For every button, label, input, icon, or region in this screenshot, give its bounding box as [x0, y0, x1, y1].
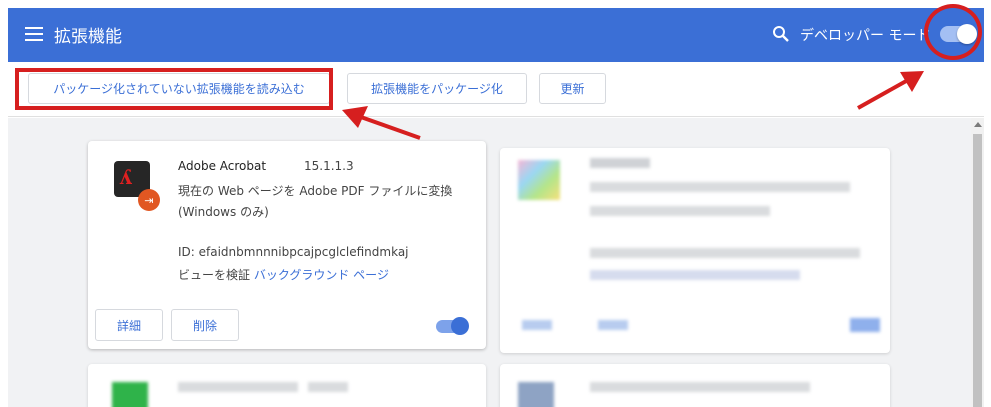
- scroll-up-arrow-icon[interactable]: [974, 122, 982, 127]
- update-button[interactable]: 更新: [539, 73, 606, 104]
- toggle-knob: [451, 317, 469, 335]
- extension-description: 現在の Web ページを Adobe PDF ファイルに変換 (Windows …: [178, 184, 453, 219]
- inspect-views: ビューを検証 バックグラウンド ページ: [178, 266, 389, 283]
- details-button[interactable]: 詳細: [95, 309, 163, 341]
- extension-id: ID: efaidnbmnnnibpcajpcglclefindmkaj: [178, 245, 409, 259]
- extension-name: Adobe Acrobat: [178, 159, 267, 173]
- convert-icon: ⇥: [138, 189, 160, 211]
- annotation-highlight-box: [15, 68, 333, 110]
- extension-enable-toggle[interactable]: [436, 317, 469, 335]
- page-title: 拡張機能: [54, 27, 122, 47]
- top-bar: 拡張機能 デベロッパー モード: [8, 8, 984, 62]
- developer-mode-label: デベロッパー モード: [800, 28, 931, 44]
- background-page-link[interactable]: バックグラウンド ページ: [254, 268, 389, 282]
- scroll-thumb[interactable]: [973, 134, 982, 407]
- extensions-list: ʎ ⇥ Adobe Acrobat 15.1.1.3 現在の Web ページを …: [8, 118, 984, 407]
- search-icon[interactable]: [772, 25, 790, 43]
- inspect-views-label: ビューを検証: [178, 268, 251, 282]
- extension-card: ʎ ⇥ Adobe Acrobat 15.1.1.3 現在の Web ページを …: [88, 141, 486, 349]
- extension-version: 15.1.1.3: [304, 159, 354, 173]
- adobe-acrobat-icon: ʎ ⇥: [114, 161, 160, 211]
- blurred-extension-card: [500, 364, 890, 407]
- remove-button[interactable]: 削除: [171, 309, 239, 341]
- blurred-extension-card: [88, 364, 486, 407]
- menu-icon[interactable]: [25, 27, 43, 41]
- pack-extension-button[interactable]: 拡張機能をパッケージ化: [347, 73, 527, 104]
- blurred-extension-card: [500, 148, 890, 353]
- vertical-scrollbar[interactable]: [971, 118, 984, 407]
- annotation-circle: [924, 4, 982, 60]
